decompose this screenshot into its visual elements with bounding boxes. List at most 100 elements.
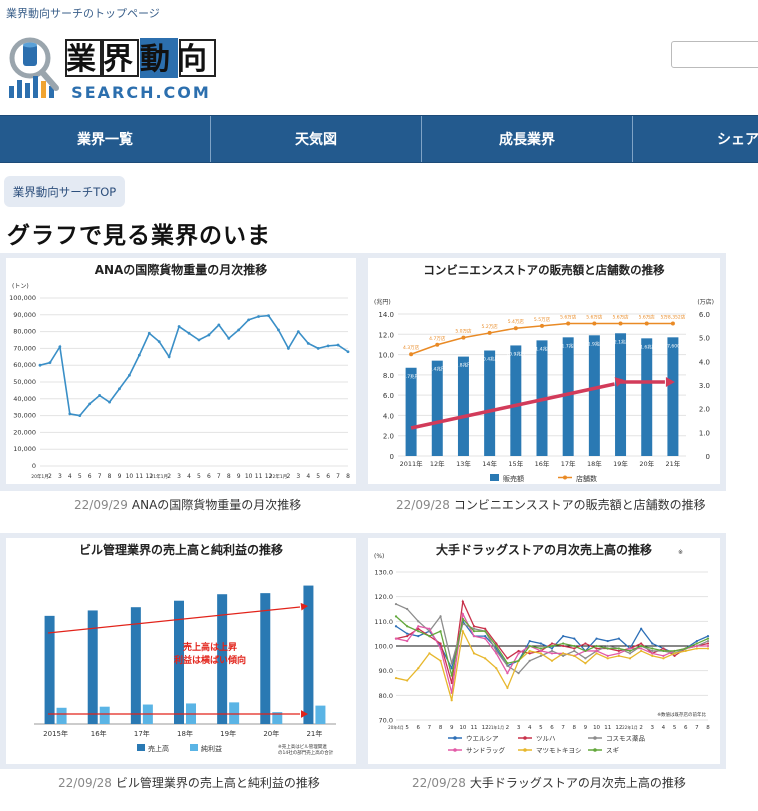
legend-swatch <box>593 736 597 740</box>
data-point <box>695 644 698 648</box>
data-point <box>217 323 221 327</box>
bar <box>260 593 271 724</box>
point-value-label: 5万8,352店 <box>661 313 686 320</box>
data-point <box>484 635 487 638</box>
x-tick-label: 5 <box>197 473 201 480</box>
x-tick-label: 4 <box>187 473 191 480</box>
data-point <box>651 642 654 645</box>
data-point <box>461 617 464 620</box>
data-point <box>528 652 531 655</box>
data-point <box>450 699 453 702</box>
nav-item-share[interactable]: シェア <box>633 116 758 162</box>
caption-date: 22/09/28 <box>396 498 450 512</box>
point-value-label: 5.5万店 <box>534 316 551 323</box>
bar-value-label: 11.6兆円 <box>637 343 657 350</box>
x-tick-label: 21年1月 <box>150 473 168 480</box>
data-point <box>673 654 676 657</box>
nav-item-growth-industry[interactable]: 成長業界 <box>422 116 633 162</box>
chart-caption[interactable]: 22/09/29 ANAの国際貨物重量の月次推移 <box>74 496 301 513</box>
caption-text: ビル管理業界の売上高と純利益の推移 <box>115 776 320 790</box>
data-point <box>618 321 623 326</box>
x-tick-label: 6 <box>207 473 211 480</box>
caption-text: ANAの国際貨物重量の月次推移 <box>131 498 302 512</box>
data-point <box>406 635 409 638</box>
data-point <box>506 657 509 660</box>
building-mgmt-chart[interactable]: ビル管理業界の売上高と純利益の推移 2015年 16年 17年 18年 19年 20年 21年… <box>6 538 356 764</box>
y-tick-label: 2.0 <box>383 433 394 441</box>
data-point <box>197 338 201 342</box>
breadcrumb[interactable]: 業界動向サーチTOP <box>4 176 125 207</box>
y-tick-label: 4.0 <box>383 412 394 420</box>
x-tick-label: 8 <box>439 725 443 731</box>
chart-caption[interactable]: 22/09/28 大手ドラッグストアの月次売上高の推移 <box>412 774 686 791</box>
data-point <box>640 627 643 630</box>
bar-value-label: 11.4兆円 <box>532 345 552 352</box>
site-tagline[interactable]: 業界動向サーチのトップページ <box>6 5 160 21</box>
x-tick-label: 17年 <box>561 459 576 468</box>
data-point <box>227 336 231 340</box>
x-tick-label: 20年1月 <box>31 473 49 480</box>
drugstore-chart[interactable]: 大手ドラッグストアの月次売上高の推移 ※ (%) 70.0 80.0 90.0 100.0 1… <box>368 538 720 764</box>
data-point <box>409 352 414 357</box>
y-tick-label: 90,000 <box>13 311 36 319</box>
data-point <box>584 649 587 653</box>
bar <box>56 707 67 724</box>
data-point <box>684 649 687 653</box>
data-point <box>484 657 487 660</box>
chart-caption[interactable]: 22/09/28 コンビニエンスストアの販売額と店舗数の推移 <box>396 496 706 513</box>
chart-caption[interactable]: 22/09/28 ビル管理業界の売上高と純利益の推移 <box>58 774 320 791</box>
y2-tick-label: 4.0 <box>699 358 710 366</box>
site-logo[interactable]: 業界動向 SEARCH.COM <box>4 36 224 102</box>
data-point <box>628 652 632 655</box>
legend-label: ウエルシア <box>466 735 499 743</box>
point-value-label: 5.4万店 <box>508 318 525 325</box>
data-point <box>406 679 409 682</box>
y-tick-label: 40,000 <box>13 395 36 403</box>
data-point <box>147 331 151 335</box>
x-tick-label: 17年 <box>134 729 150 738</box>
bar-value-label: 10.9兆円 <box>506 350 526 357</box>
ana-cargo-chart[interactable]: ANAの国際貨物重量の月次推移 (トン) 0 10,000 20,000 30,000 40… <box>6 258 356 484</box>
search-input[interactable] <box>671 41 758 68</box>
data-point <box>662 647 665 650</box>
bar <box>99 706 110 724</box>
data-point <box>108 400 111 404</box>
data-point <box>584 657 587 660</box>
bar <box>431 360 443 456</box>
x-tick-label: 6 <box>326 473 330 480</box>
x-tick-label: 12年 <box>430 459 445 468</box>
data-point <box>539 654 542 657</box>
data-point <box>207 333 211 337</box>
data-point <box>88 402 92 406</box>
data-point <box>128 373 131 377</box>
data-point <box>673 652 676 655</box>
legend-swatch <box>453 736 457 740</box>
data-point <box>528 639 531 643</box>
data-point <box>562 642 565 645</box>
chart-annotation: 売上高は上昇 <box>183 641 237 653</box>
x-tick-label: 10 <box>245 473 253 480</box>
logo-main-text: 業界動向 <box>66 42 214 77</box>
x-tick-label: 8 <box>346 473 350 480</box>
data-point <box>428 635 431 638</box>
x-tick-label: 8 <box>706 725 710 731</box>
point-value-label: 4.7万店 <box>429 335 446 342</box>
data-point <box>257 315 260 318</box>
nav-item-industry-list[interactable]: 業界一覧 <box>0 116 211 162</box>
y-axis-label: (%) <box>374 553 384 560</box>
data-point <box>617 649 620 653</box>
bar <box>457 356 469 456</box>
data-point <box>406 632 409 635</box>
data-point <box>417 630 420 633</box>
cvs-sales-chart[interactable]: コンビニエンスストアの販売額と店舗数の推移 (兆円) (万店) 0 2.0 4.0 6.0 8… <box>368 258 720 484</box>
data-point <box>651 654 654 657</box>
y-tick-label: 90.0 <box>379 667 393 675</box>
data-point <box>461 612 464 616</box>
nav-item-weather-map[interactable]: 天気図 <box>211 116 422 162</box>
data-point <box>394 676 398 680</box>
x-tick-label: 3 <box>58 473 62 480</box>
data-point <box>450 674 453 677</box>
y-tick-label: 80,000 <box>13 328 36 336</box>
x-tick-label: 7 <box>428 725 432 731</box>
data-point <box>706 635 710 638</box>
